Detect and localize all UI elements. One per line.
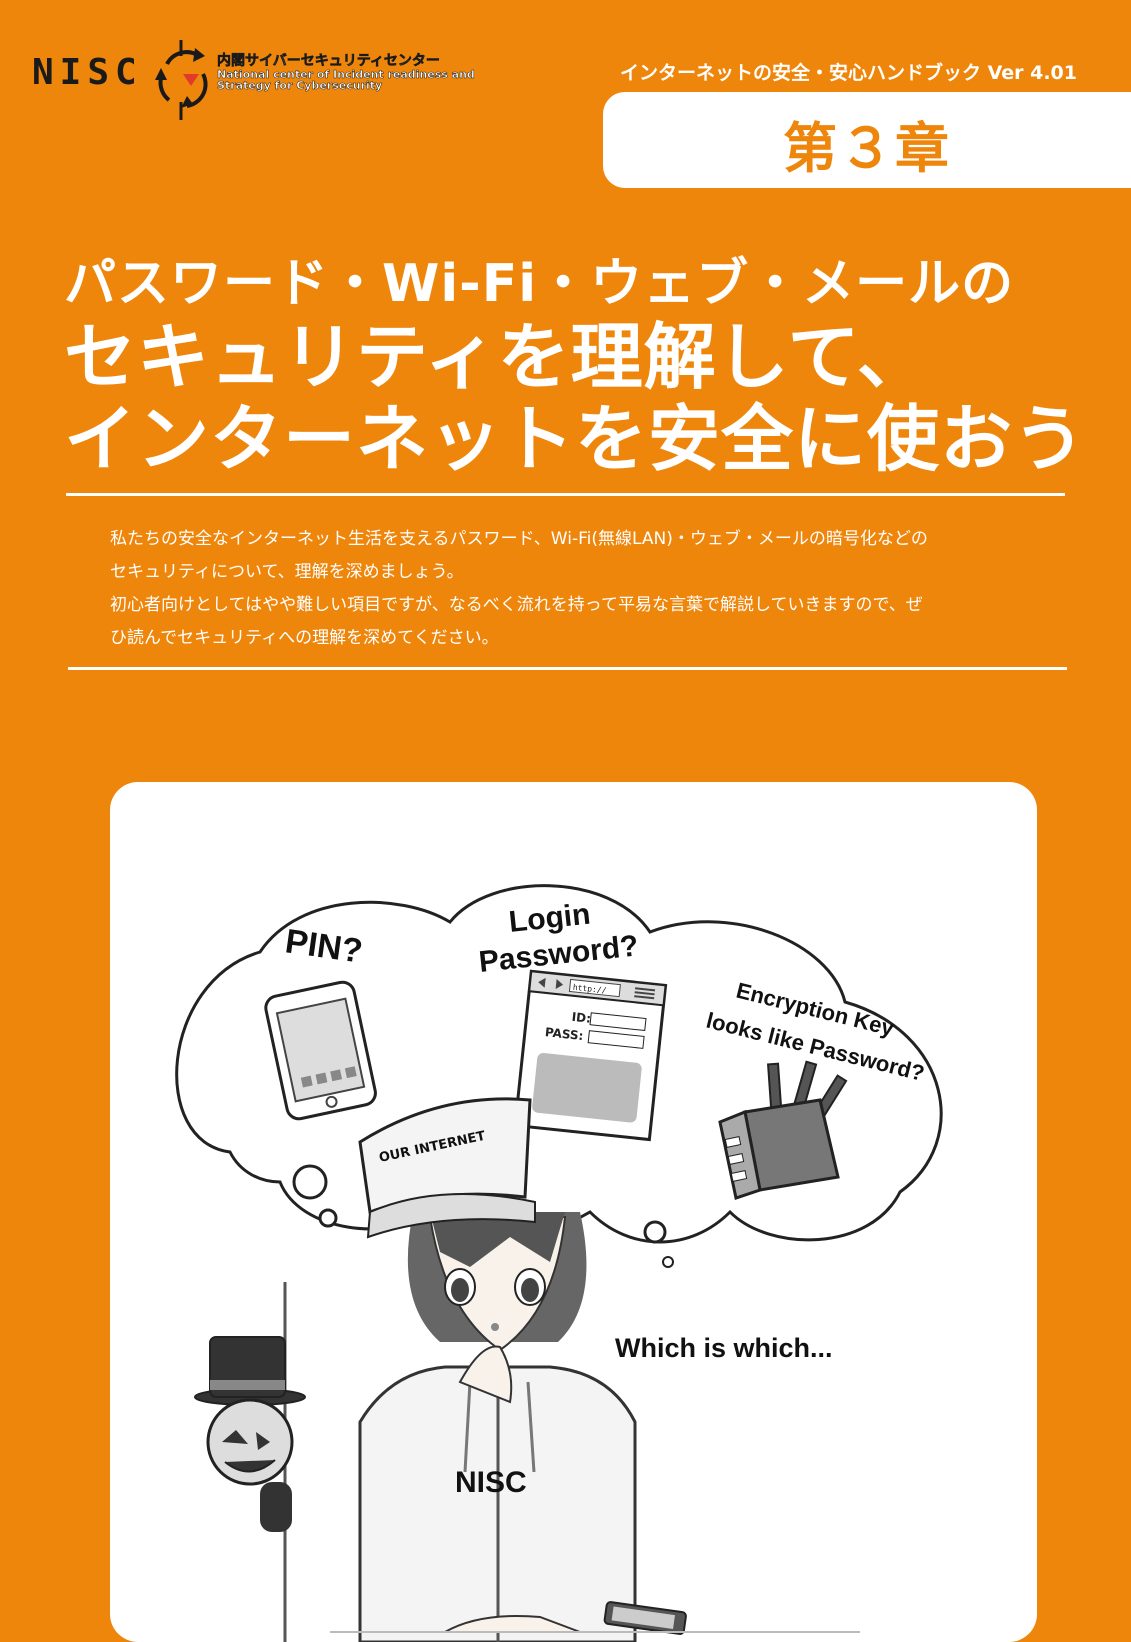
intro-line: セキュリティについて、理解を深めましょう。 bbox=[110, 562, 464, 582]
caption-which-is-which: Which is which... bbox=[615, 1333, 833, 1363]
divider-top bbox=[66, 493, 1065, 496]
pumpkin-mascot-icon bbox=[194, 1336, 306, 1532]
title-line-1: パスワード・Wi-Fi・ウェブ・メールの bbox=[64, 254, 1015, 314]
illustration: PIN? Login Password? http:// ID: PASS: E… bbox=[175, 884, 943, 1642]
handbook-title: インターネットの安全・安心ハンドブック Ver 4.01 bbox=[619, 62, 1077, 84]
nisc-logo: NISC 内閣サイバーセキュリティセンター National center of… bbox=[32, 34, 475, 124]
title-line-3: インターネットを安全に使おう bbox=[64, 397, 1087, 481]
illustration-panel: PIN? Login Password? http:// ID: PASS: E… bbox=[110, 782, 1037, 1642]
intro-line: ひ読んでセキュリティへの理解を深めてください。 bbox=[110, 628, 499, 648]
org-name: 内閣サイバーセキュリティセンター National center of Inci… bbox=[217, 54, 475, 92]
org-name-en-2: Strategy for Cybersecurity bbox=[217, 79, 383, 93]
thought-dot bbox=[292, 1164, 328, 1200]
title-line-2: セキュリティを理解して、 bbox=[64, 315, 930, 399]
page-title: パスワード・Wi-Fi・ウェブ・メールの セキュリティを理解して、 インターネッ… bbox=[64, 252, 1086, 480]
browser-id-label: ID: bbox=[571, 1010, 592, 1026]
intro-line: 初心者向けとしてはやや難しい項目ですが、なるべく流れを持って平易な言葉で解説して… bbox=[110, 595, 923, 615]
thought-dot bbox=[662, 1256, 674, 1268]
hoodie-text: NISC bbox=[455, 1466, 527, 1499]
intro-text: 私たちの安全なインターネット生活を支えるパスワード、Wi-Fi(無線LAN)・ウ… bbox=[110, 523, 1050, 655]
divider-bottom bbox=[68, 667, 1067, 670]
logo-mark-icon bbox=[155, 40, 208, 120]
thought-dot bbox=[643, 1220, 667, 1244]
logo-wordmark: NISC bbox=[32, 52, 143, 93]
browser-window-icon: http:// ID: PASS: bbox=[513, 969, 668, 1142]
intro-line: 私たちの安全なインターネット生活を支えるパスワード、Wi-Fi(無線LAN)・ウ… bbox=[110, 529, 928, 549]
org-name-ja: 内閣サイバーセキュリティセンター bbox=[217, 53, 440, 69]
chapter-label: 第３章 bbox=[783, 117, 951, 180]
thought-dot bbox=[318, 1208, 338, 1228]
